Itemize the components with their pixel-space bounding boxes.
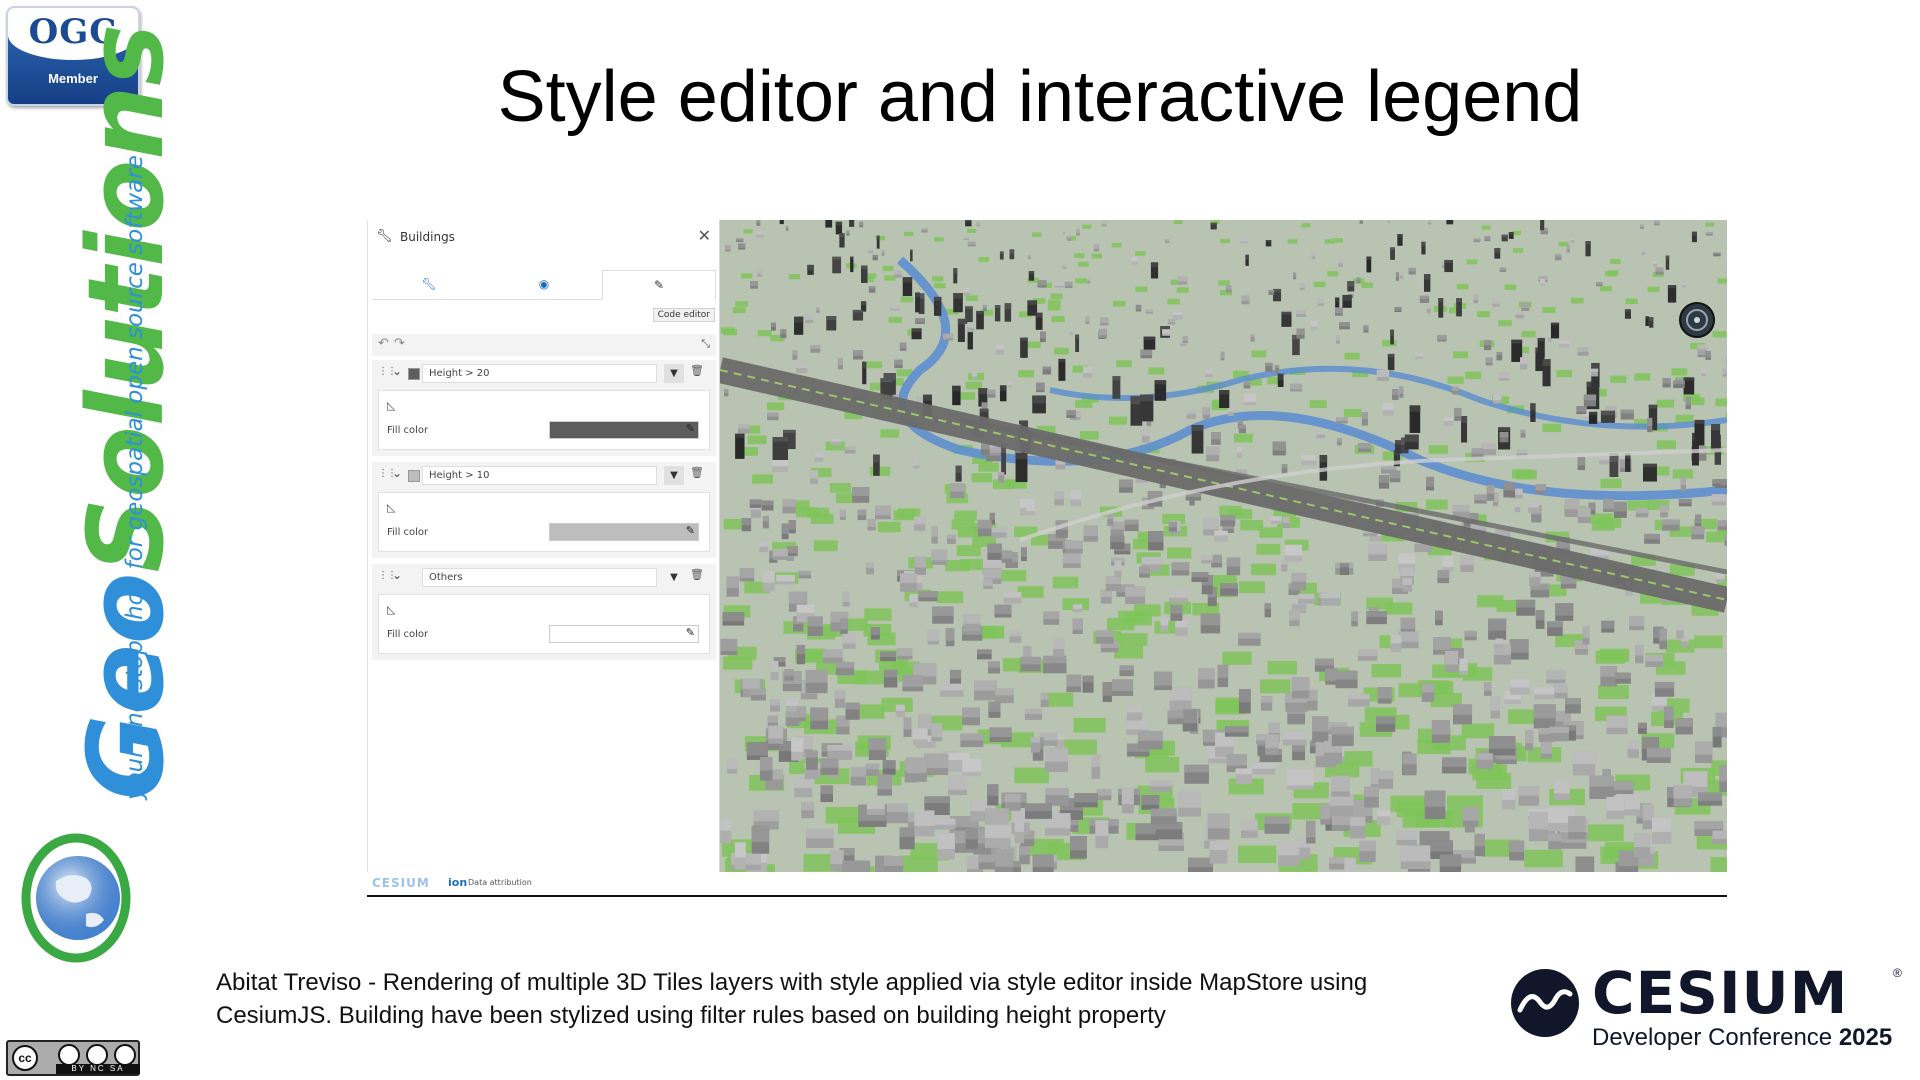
globe-icon <box>16 826 136 966</box>
color-picker-icon[interactable]: ✎ <box>686 422 695 435</box>
code-editor-tooltip: Code editor <box>652 308 715 322</box>
cesium-conference-logo: CESIUM ® Developer Conference 2025 <box>1510 962 1910 1062</box>
conference-subtitle: Developer Conference 2025 <box>1592 1024 1892 1052</box>
trash-icon[interactable]: 🗑︎ <box>690 568 704 581</box>
data-attribution-link[interactable]: Data attribution <box>468 878 532 887</box>
wrench-tab-icon: 🔧︎ <box>421 277 437 291</box>
attribution-icon <box>58 1044 80 1066</box>
3d-city-map[interactable] <box>720 220 1727 872</box>
chevron-down-icon[interactable]: ⌄ <box>392 466 402 480</box>
panel-tabs: 🔧︎ ◉ ✎ <box>372 270 716 300</box>
app-screenshot: 🔧︎ Buildings ✕ 🔧︎ ◉ ✎ Code editor ↶ ↷ ⤡ … <box>367 220 1727 897</box>
style-rule: ⋮⋮ ⌄ Height > 20 ▼ 🗑︎ ◺ Fill color ✎ <box>372 360 716 456</box>
style-editor-panel: 🔧︎ Buildings ✕ 🔧︎ ◉ ✎ Code editor ↶ ↷ ⤡ … <box>367 220 720 890</box>
creative-commons-badge: cc BY NC SA <box>6 1040 140 1076</box>
fill-color-label: Fill color <box>387 527 429 538</box>
cesium-mark-icon <box>1510 968 1580 1038</box>
city-render <box>720 220 1727 872</box>
rule-header: ⋮⋮ ⌄ Height > 10 ▼ 🗑︎ <box>372 462 716 488</box>
slide-caption: Abitat Treviso - Rendering of multiple 3… <box>216 966 1446 1032</box>
fill-color-input[interactable] <box>549 625 699 643</box>
geosolutions-brand: GeoSolutions your one-stop-shop for geos… <box>8 24 187 800</box>
brush-icon: ✎ <box>653 278 665 292</box>
filter-icon[interactable]: ▼ <box>664 568 684 587</box>
rule-name-field[interactable]: Height > 20 <box>422 364 657 383</box>
rule-color-swatch <box>408 368 420 380</box>
brand-tagline: your one-stop-shop for geospatial open s… <box>122 155 148 800</box>
rule-name-field[interactable]: Height > 10 <box>422 466 657 485</box>
rule-header: ⋮⋮ ⌄ Height > 20 ▼ 🗑︎ <box>372 360 716 386</box>
rules-toolbar: ↶ ↷ ⤡ <box>372 334 716 356</box>
rule-body: ◺ Fill color ✎ <box>378 594 710 654</box>
tab-settings[interactable]: 🔧︎ <box>372 270 486 300</box>
conference-name: Developer Conference <box>1592 1024 1833 1051</box>
registered-mark: ® <box>1893 966 1902 980</box>
style-rule: ⋮⋮ ⌄ Others ▼ 🗑︎ ◺ Fill color ✎ <box>372 564 716 660</box>
eye-icon: ◉ <box>538 277 550 291</box>
redo-icon[interactable]: ↷ <box>394 336 405 351</box>
rule-name-field[interactable]: Others <box>422 568 657 587</box>
trash-icon[interactable]: 🗑︎ <box>690 466 704 479</box>
compass-icon[interactable] <box>1677 300 1717 340</box>
cc-icon: cc <box>12 1045 38 1071</box>
trash-icon[interactable]: 🗑︎ <box>690 364 704 377</box>
slide-title: Style editor and interactive legend <box>497 57 1583 137</box>
panel-title: Buildings <box>400 230 455 244</box>
color-picker-icon[interactable]: ✎ <box>686 524 695 537</box>
chevron-down-icon[interactable]: ⌄ <box>392 568 402 582</box>
caption-line-2: CesiumJS. Building have been stylized us… <box>216 1002 1166 1029</box>
fill-color-label: Fill color <box>387 425 429 436</box>
filter-icon[interactable]: ▼ <box>664 466 684 485</box>
rule-body: ◺ Fill color ✎ <box>378 492 710 552</box>
polygon-icon: ◺ <box>387 399 396 412</box>
cc-labels: BY NC SA <box>56 1064 140 1074</box>
tab-visibility[interactable]: ◉ <box>487 270 601 300</box>
caption-line-1: Abitat Treviso - Rendering of multiple 3… <box>216 969 1368 996</box>
rule-color-swatch <box>408 470 420 482</box>
close-icon[interactable]: ✕ <box>698 226 711 245</box>
fill-color-input[interactable] <box>549 421 699 439</box>
undo-icon[interactable]: ↶ <box>378 336 389 351</box>
panel-header: 🔧︎ Buildings ✕ <box>368 220 719 254</box>
cesium-wordmark: CESIUM <box>1592 959 1849 1027</box>
cesium-footer-logo: CESIUM <box>372 876 430 890</box>
sharealike-icon <box>114 1044 136 1066</box>
filter-icon[interactable]: ▼ <box>664 364 684 383</box>
rule-header: ⋮⋮ ⌄ Others ▼ 🗑︎ <box>372 564 716 590</box>
rule-body: ◺ Fill color ✎ <box>378 390 710 450</box>
chevron-down-icon[interactable]: ⌄ <box>392 364 402 378</box>
fill-color-input[interactable] <box>549 523 699 541</box>
wrench-icon: 🔧︎ <box>376 229 393 244</box>
expand-icon[interactable]: ⤡ <box>701 337 710 351</box>
style-rule: ⋮⋮ ⌄ Height > 10 ▼ 🗑︎ ◺ Fill color ✎ <box>372 462 716 558</box>
noncommercial-icon <box>86 1044 108 1066</box>
fill-color-label: Fill color <box>387 629 429 640</box>
conference-year: 2025 <box>1838 1024 1893 1051</box>
polygon-icon: ◺ <box>387 501 396 514</box>
color-picker-icon[interactable]: ✎ <box>686 626 695 639</box>
ion-logo: ion <box>448 876 468 889</box>
map-footer: CESIUM ion Data attribution <box>368 872 721 894</box>
tab-style[interactable]: ✎ <box>602 270 716 300</box>
polygon-icon: ◺ <box>387 603 396 616</box>
